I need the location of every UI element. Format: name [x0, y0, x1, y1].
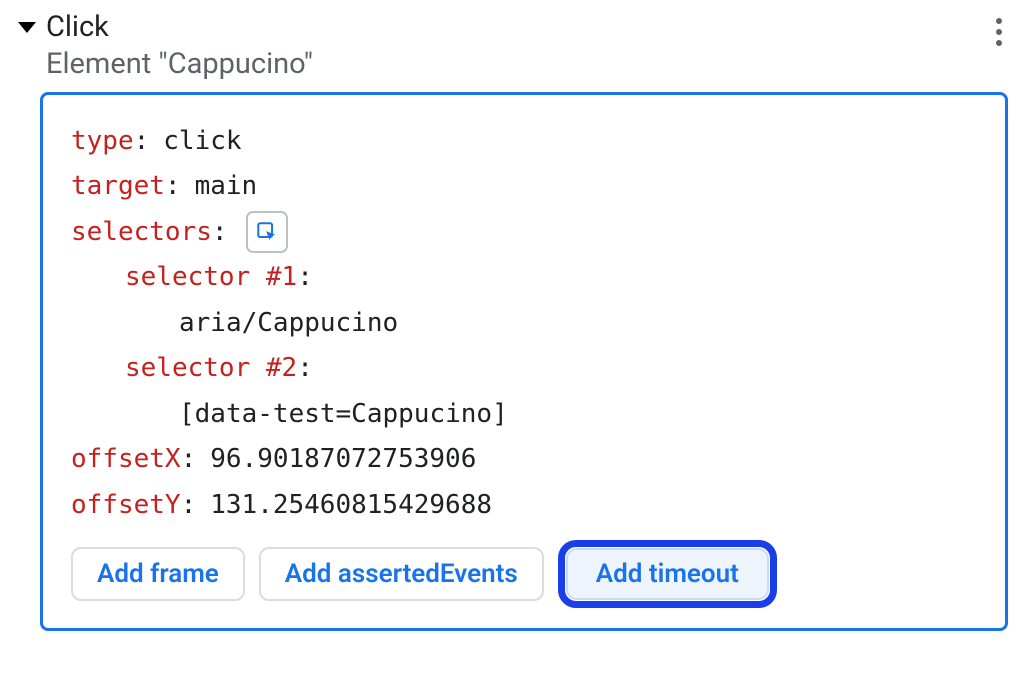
target-value: main [195, 164, 258, 210]
selector-1-value-row[interactable]: aria/Cappucino [71, 301, 977, 347]
selectors-key: selectors [71, 210, 212, 256]
selector-2-key: selector #2 [125, 346, 297, 392]
select-element-icon[interactable] [246, 211, 288, 253]
step-title-block: Click Element "Cappucino" [46, 10, 313, 82]
type-key: type [71, 119, 134, 165]
offsety-key: offsetY [71, 483, 181, 529]
type-row[interactable]: type: click [71, 119, 977, 165]
step-header-left: Click Element "Cappucino" [18, 10, 313, 82]
offsety-row[interactable]: offsetY: 131.25460815429688 [71, 483, 977, 529]
offsetx-key: offsetX [71, 437, 181, 483]
action-button-row: Add frame Add assertedEvents Add timeout [71, 540, 977, 608]
target-key: target [71, 164, 165, 210]
selector-1-key: selector #1 [125, 255, 297, 301]
selector-2-value: [data-test=Cappucino] [179, 392, 508, 438]
selectors-row[interactable]: selectors: [71, 210, 977, 256]
selector-2-row[interactable]: selector #2: [71, 346, 977, 392]
more-menu-icon[interactable] [986, 10, 1012, 54]
offsetx-row[interactable]: offsetX: 96.90187072753906 [71, 437, 977, 483]
add-frame-button[interactable]: Add frame [71, 547, 245, 601]
add-timeout-highlight: Add timeout [558, 540, 777, 608]
target-row[interactable]: target: main [71, 164, 977, 210]
selector-1-row[interactable]: selector #1: [71, 255, 977, 301]
add-timeout-button[interactable]: Add timeout [566, 548, 769, 600]
step-details-panel: type: click target: main selectors: sele… [40, 92, 1008, 632]
step-subtitle: Element "Cappucino" [46, 47, 313, 82]
add-asserted-events-button[interactable]: Add assertedEvents [259, 547, 544, 601]
selector-1-value: aria/Cappucino [179, 301, 398, 347]
offsetx-value: 96.90187072753906 [210, 437, 476, 483]
step-header: Click Element "Cappucino" [18, 8, 1012, 92]
selector-2-value-row[interactable]: [data-test=Cappucino] [71, 392, 977, 438]
type-value: click [163, 119, 241, 165]
offsety-value: 131.25460815429688 [210, 483, 492, 529]
step-title: Click [46, 10, 313, 45]
chevron-down-icon[interactable] [18, 22, 36, 33]
